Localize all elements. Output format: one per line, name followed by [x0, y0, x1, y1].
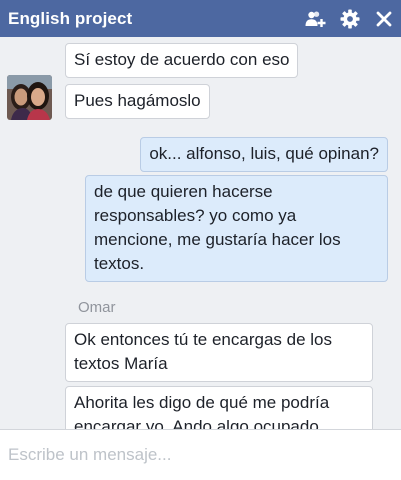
message-bubble: de que quieren hacerse responsables? yo … — [85, 175, 388, 282]
message-input[interactable] — [0, 430, 401, 480]
message-bubble: Pues hagámoslo — [65, 84, 210, 119]
add-people-button[interactable] — [299, 0, 333, 37]
settings-button[interactable] — [333, 0, 367, 37]
chat-window: English project Sí estoy de acuerdo con … — [0, 0, 401, 480]
avatar-photo — [7, 75, 52, 120]
avatar[interactable] — [7, 75, 52, 120]
chat-title[interactable]: English project — [8, 9, 132, 29]
title-actions — [299, 0, 401, 37]
message-list[interactable]: Sí estoy de acuerdo con eso Pues hagámos… — [0, 37, 401, 429]
chat-titlebar[interactable]: English project — [0, 0, 401, 37]
message-bubble: Sí estoy de acuerdo con eso — [65, 43, 299, 78]
sender-name: Omar — [78, 299, 116, 316]
message-bubble: ok... alfonso, luis, qué opinan? — [140, 137, 388, 172]
message-bubble: Ahorita les digo de qué me podría encarg… — [65, 386, 373, 429]
close-icon — [376, 11, 392, 26]
gear-icon — [340, 9, 360, 28]
add-people-icon — [305, 11, 326, 27]
close-button[interactable] — [367, 0, 401, 37]
message-bubble: Ok entonces tú te encargas de los textos… — [65, 323, 373, 382]
message-composer — [0, 429, 401, 480]
